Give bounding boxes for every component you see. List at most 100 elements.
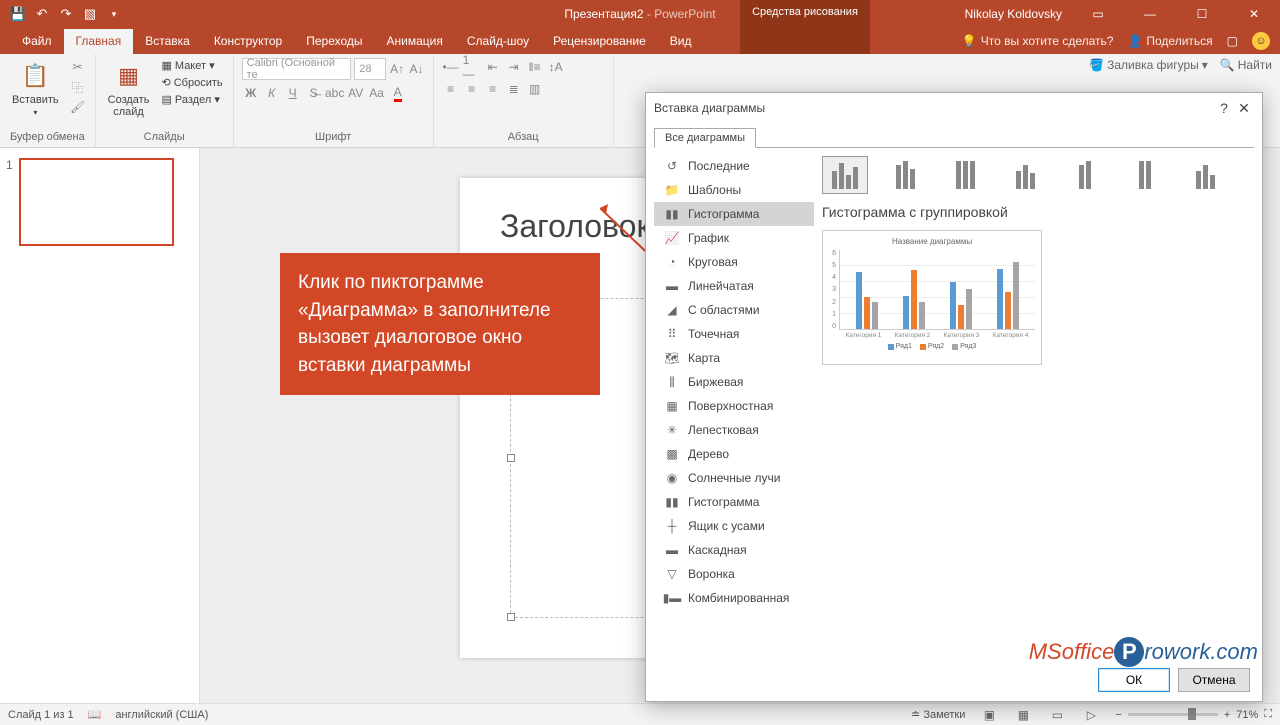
- font-color-icon[interactable]: A: [389, 84, 407, 102]
- dialog-help-icon[interactable]: ?: [1214, 100, 1234, 116]
- type-sunburst[interactable]: ◉Солнечные лучи: [654, 466, 814, 490]
- shadow-icon[interactable]: abc: [326, 84, 344, 102]
- zoom-control[interactable]: − + 71% ⛶: [1115, 708, 1272, 721]
- zoom-out-icon[interactable]: −: [1115, 709, 1121, 721]
- start-show-icon[interactable]: ▧: [80, 4, 100, 24]
- type-funnel[interactable]: ▽Воронка: [654, 562, 814, 586]
- tab-animations[interactable]: Анимация: [375, 29, 455, 54]
- subtype-100stacked[interactable]: [942, 156, 988, 194]
- paste-button[interactable]: 📋Вставить▾: [8, 58, 63, 119]
- tab-slideshow[interactable]: Слайд-шоу: [455, 29, 541, 54]
- type-waterfall[interactable]: ▬Каскадная: [654, 538, 814, 562]
- strikethrough-icon[interactable]: S̶: [305, 84, 323, 102]
- maximize-icon[interactable]: ☐: [1180, 0, 1224, 28]
- type-bar[interactable]: ▬Линейчатая: [654, 274, 814, 298]
- redo-icon[interactable]: ↷: [56, 4, 76, 24]
- normal-view-icon[interactable]: ▣: [979, 706, 999, 724]
- language-indicator[interactable]: английский (США): [115, 709, 208, 721]
- type-recent[interactable]: ↺Последние: [654, 154, 814, 178]
- bold-icon[interactable]: Ж: [242, 84, 260, 102]
- qat-dropdown-icon[interactable]: ▾: [104, 4, 124, 24]
- type-area[interactable]: ◢С областями: [654, 298, 814, 322]
- slide-counter[interactable]: Слайд 1 из 1: [8, 709, 74, 721]
- numbering-icon[interactable]: 1—: [463, 58, 481, 76]
- new-slide-button[interactable]: ▦Создать слайд: [104, 58, 154, 120]
- tab-transitions[interactable]: Переходы: [294, 29, 374, 54]
- shape-fill-button[interactable]: 🪣 Заливка фигуры ▾: [1089, 58, 1208, 72]
- columns-icon[interactable]: ▥: [526, 80, 544, 98]
- subtype-stacked[interactable]: [882, 156, 928, 194]
- subtype-3d-column[interactable]: [1182, 156, 1228, 194]
- tab-insert[interactable]: Вставка: [133, 29, 202, 54]
- thumbnail-1[interactable]: 1: [6, 158, 193, 246]
- underline-icon[interactable]: Ч: [284, 84, 302, 102]
- tab-view[interactable]: Вид: [658, 29, 704, 54]
- section-button[interactable]: ▤ Раздел ▾: [159, 92, 224, 107]
- indent-dec-icon[interactable]: ⇤: [484, 58, 502, 76]
- chart-type-list[interactable]: ↺Последние 📁Шаблоны ▮▮Гистограмма 📈Графи…: [654, 148, 814, 659]
- type-histogram[interactable]: ▮▮Гистограмма: [654, 490, 814, 514]
- type-map[interactable]: 🗺Карта: [654, 346, 814, 370]
- align-left-icon[interactable]: ≡: [442, 80, 460, 98]
- type-surface[interactable]: ▦Поверхностная: [654, 394, 814, 418]
- italic-icon[interactable]: К: [263, 84, 281, 102]
- subtype-3d-100[interactable]: [1122, 156, 1168, 194]
- user-name[interactable]: Nikolay Koldovsky: [965, 7, 1062, 21]
- justify-icon[interactable]: ≣: [505, 80, 523, 98]
- spellcheck-icon[interactable]: 📖: [88, 708, 102, 721]
- line-spacing-icon[interactable]: ‖≡: [526, 58, 544, 76]
- shrink-font-icon[interactable]: A↓: [408, 60, 424, 78]
- zoom-in-icon[interactable]: +: [1224, 709, 1230, 721]
- chart-preview[interactable]: Название диаграммы 6543210 Категория 1Ка…: [822, 230, 1042, 365]
- feedback-icon[interactable]: ▢: [1227, 34, 1238, 48]
- dialog-close-icon[interactable]: ✕: [1234, 100, 1254, 117]
- slide-thumbnails[interactable]: 1: [0, 148, 200, 703]
- slideshow-view-icon[interactable]: ▷: [1081, 706, 1101, 724]
- spacing-icon[interactable]: AV: [347, 84, 365, 102]
- font-size-combo[interactable]: 28: [354, 58, 386, 80]
- subtype-3d-stacked[interactable]: [1062, 156, 1108, 194]
- fit-icon[interactable]: ⛶: [1264, 708, 1272, 721]
- align-right-icon[interactable]: ≡: [484, 80, 502, 98]
- sorter-view-icon[interactable]: ▦: [1013, 706, 1033, 724]
- layout-button[interactable]: ▦ Макет ▾: [159, 58, 224, 73]
- undo-icon[interactable]: ↶: [32, 4, 52, 24]
- share-button[interactable]: 👤 Поделиться: [1127, 34, 1212, 48]
- format-painter-icon[interactable]: 🖌: [69, 98, 87, 116]
- find-button[interactable]: 🔍 Найти: [1220, 58, 1272, 72]
- dialog-tab-all[interactable]: Все диаграммы: [654, 128, 756, 148]
- notes-button[interactable]: ≐ Заметки: [911, 708, 965, 721]
- align-center-icon[interactable]: ≡: [463, 80, 481, 98]
- type-scatter[interactable]: ⠿Точечная: [654, 322, 814, 346]
- case-icon[interactable]: Aa: [368, 84, 386, 102]
- tab-home[interactable]: Главная: [64, 29, 134, 54]
- tab-design[interactable]: Конструктор: [202, 29, 294, 54]
- reset-button[interactable]: ⟲ Сбросить: [159, 75, 224, 90]
- type-line[interactable]: 📈График: [654, 226, 814, 250]
- type-radar[interactable]: ✳Лепестковая: [654, 418, 814, 442]
- save-icon[interactable]: 💾: [8, 4, 28, 24]
- type-templates[interactable]: 📁Шаблоны: [654, 178, 814, 202]
- tab-file[interactable]: Файл: [10, 29, 64, 54]
- minimize-icon[interactable]: —: [1128, 0, 1172, 28]
- subtype-3d-clustered[interactable]: [1002, 156, 1048, 194]
- grow-font-icon[interactable]: A↑: [389, 60, 405, 78]
- bullets-icon[interactable]: •—: [442, 58, 460, 76]
- type-column[interactable]: ▮▮Гистограмма: [654, 202, 814, 226]
- type-treemap[interactable]: ▩Дерево: [654, 442, 814, 466]
- cut-icon[interactable]: ✂: [69, 58, 87, 76]
- text-direction-icon[interactable]: ↕A: [547, 58, 565, 76]
- tell-me-search[interactable]: 💡 Что вы хотите сделать?: [962, 34, 1114, 48]
- reading-view-icon[interactable]: ▭: [1047, 706, 1067, 724]
- tab-review[interactable]: Рецензирование: [541, 29, 658, 54]
- type-pie[interactable]: ◔Круговая: [654, 250, 814, 274]
- zoom-slider[interactable]: [1128, 713, 1218, 716]
- ok-button[interactable]: ОК: [1098, 668, 1170, 692]
- subtype-clustered[interactable]: [822, 156, 868, 194]
- indent-inc-icon[interactable]: ⇥: [505, 58, 523, 76]
- copy-icon[interactable]: ⿻: [69, 78, 87, 96]
- ribbon-options-icon[interactable]: ▭: [1076, 0, 1120, 28]
- smile-icon[interactable]: ☺: [1252, 32, 1270, 50]
- font-name-combo[interactable]: Calibri (Основной те: [242, 58, 352, 80]
- thumb-preview[interactable]: [19, 158, 174, 246]
